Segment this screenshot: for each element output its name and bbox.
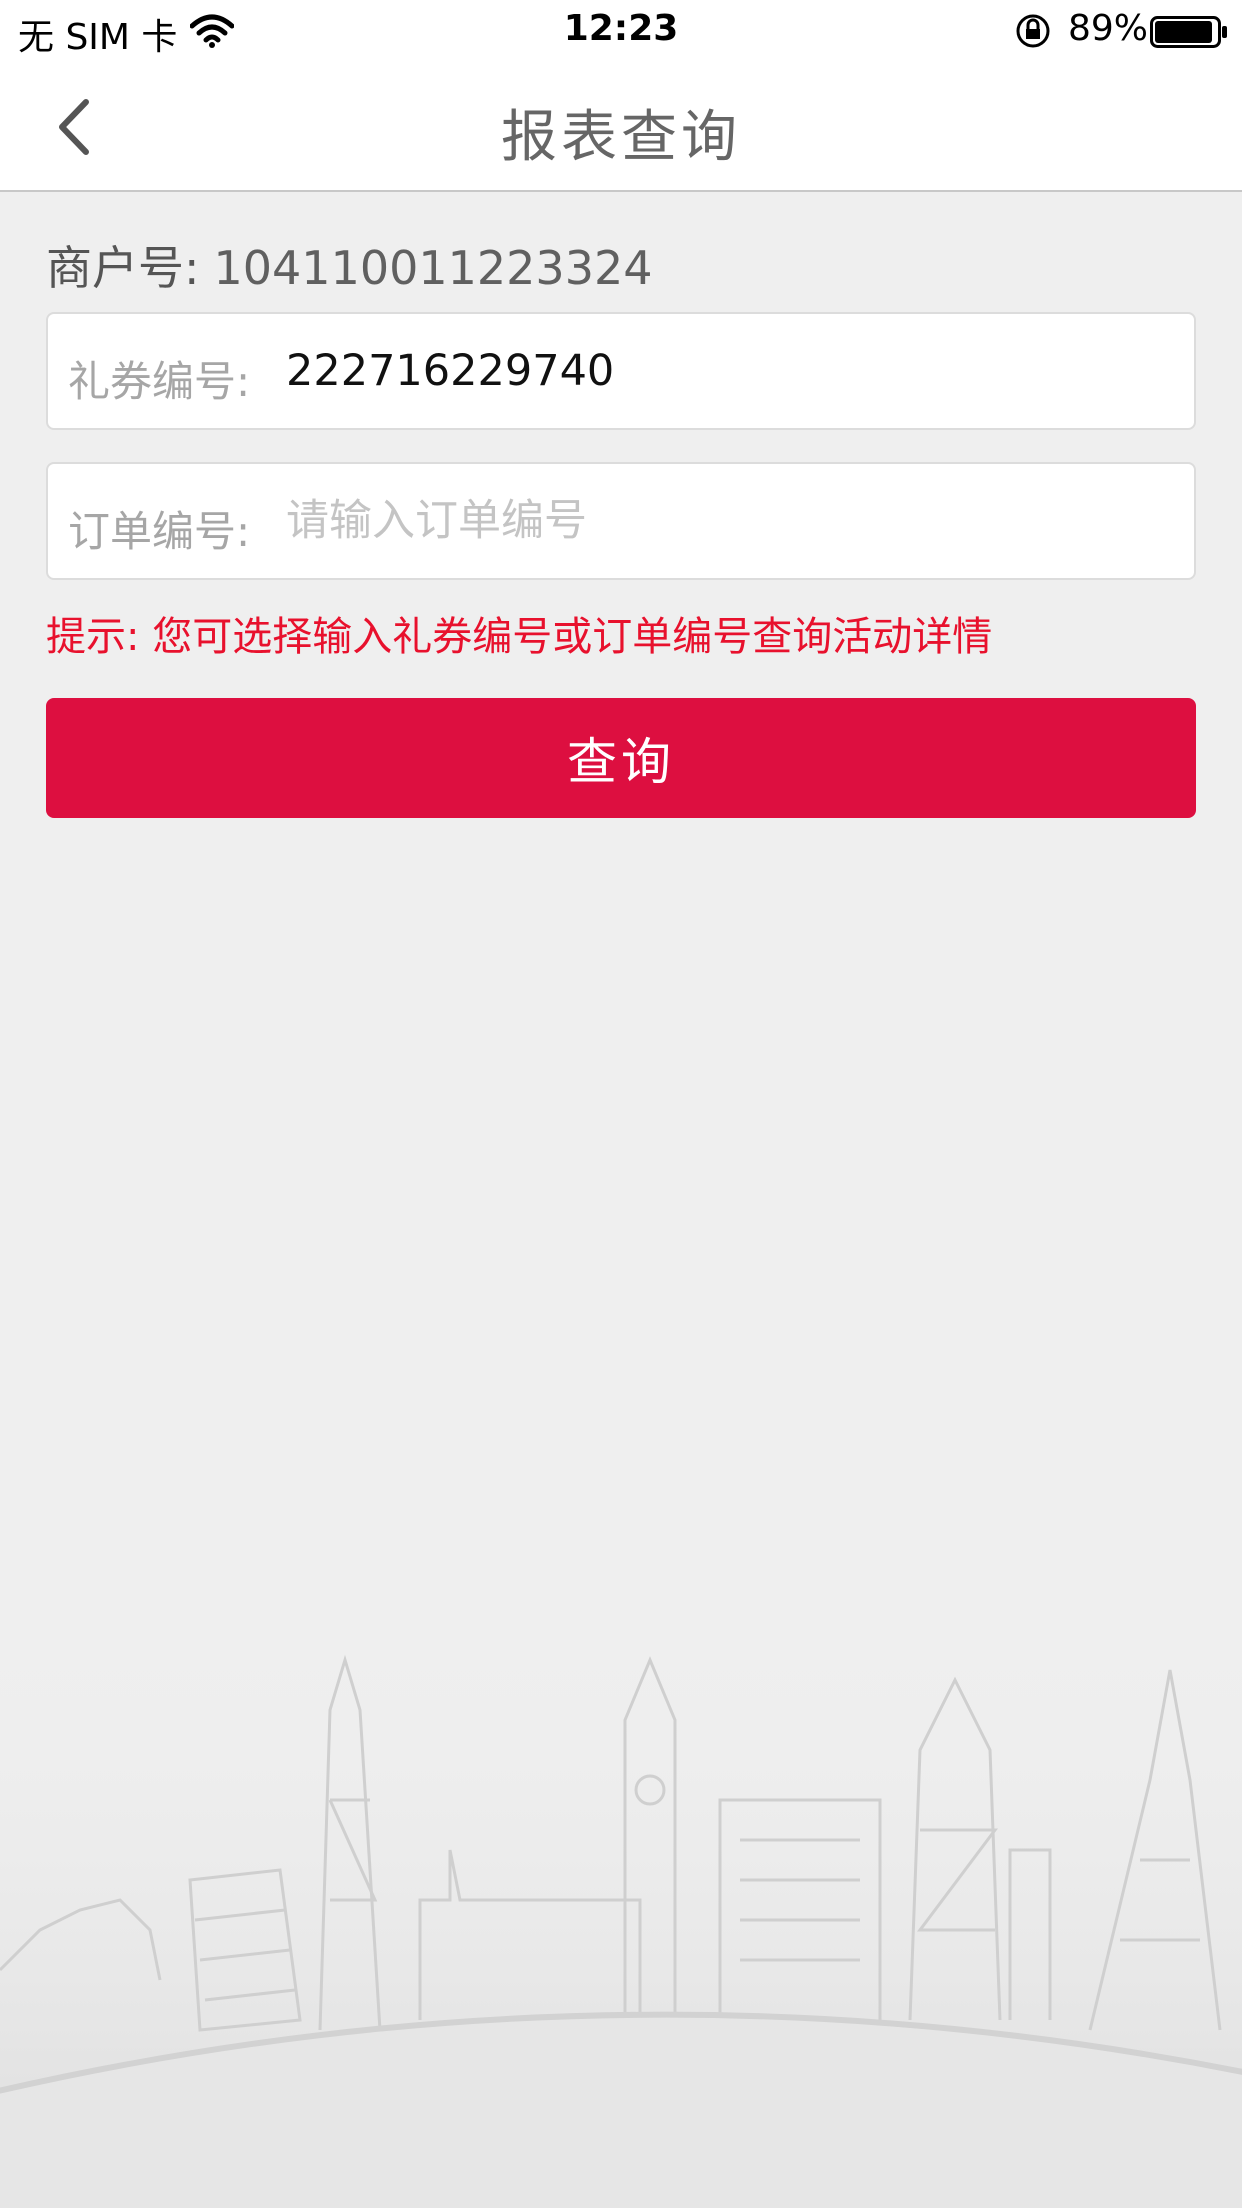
navigation-bar: 报表查询 xyxy=(0,62,1242,192)
merchant-value: 104110011223324 xyxy=(213,241,653,295)
status-bar: 无 SIM 卡 12:23 89% xyxy=(0,0,1242,62)
coupon-number-input[interactable] xyxy=(286,334,1166,408)
query-button[interactable]: 查询 xyxy=(46,698,1196,818)
order-number-field: 订单编号: xyxy=(46,462,1196,580)
battery-icon xyxy=(1150,16,1227,48)
page-title: 报表查询 xyxy=(501,105,741,170)
status-time: 12:23 xyxy=(563,8,679,49)
coupon-number-field: 礼券编号: xyxy=(46,312,1196,430)
order-number-input[interactable] xyxy=(286,484,1166,558)
screen: 无 SIM 卡 12:23 89% 报表查询 商户号: 1041100112233… xyxy=(0,0,1242,2208)
coupon-number-label: 礼券编号: xyxy=(68,357,251,406)
skyline-background-image xyxy=(0,1600,1242,2208)
merchant-info: 商户号: 104110011223324 xyxy=(46,232,653,298)
battery-percentage: 89% xyxy=(1068,8,1149,49)
rotation-lock-icon xyxy=(1016,14,1050,48)
hint-text: 提示: 您可选择输入礼券编号或订单编号查询活动详情 xyxy=(46,614,993,660)
merchant-label: 商户号: xyxy=(46,241,200,295)
order-number-label: 订单编号: xyxy=(68,507,251,556)
